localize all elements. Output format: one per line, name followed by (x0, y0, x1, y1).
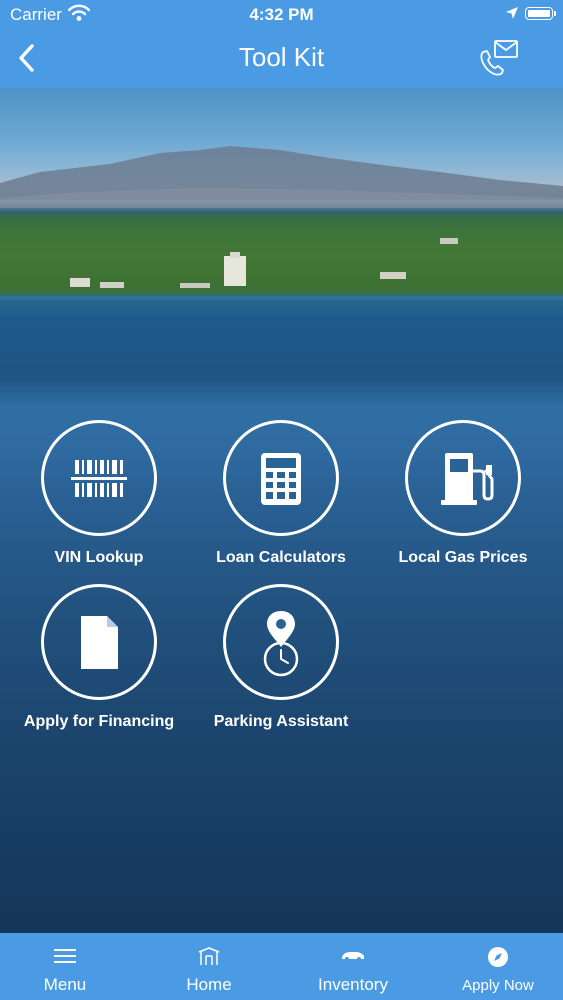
tool-vin-lookup[interactable]: VIN Lookup (9, 420, 189, 567)
compass-icon (488, 947, 508, 967)
tool-apply-for-financing[interactable]: Apply for Financing (9, 584, 189, 731)
navigation-bar: Tool Kit (0, 30, 563, 88)
location-timer-icon (263, 611, 299, 677)
tool-label: VIN Lookup (54, 549, 144, 566)
tab-inventory[interactable]: Inventory (283, 933, 423, 1000)
tab-home[interactable]: Home (139, 933, 279, 1000)
tab-label: Menu (43, 975, 87, 994)
barcode-icon (71, 460, 127, 497)
tab-label: Home (186, 975, 232, 994)
vin-lookup-circle (41, 420, 157, 536)
apply-for-financing-circle (41, 584, 157, 700)
calculator-icon (261, 453, 301, 505)
tool-loan-calculators[interactable]: Loan Calculators (191, 420, 371, 567)
gas-pump-icon (441, 453, 494, 505)
hamburger-icon (54, 949, 76, 963)
tab-label: Inventory (318, 975, 388, 994)
tool-label: Local Gas Prices (398, 549, 528, 566)
location-arrow-icon (506, 7, 518, 19)
tool-parking-assistant[interactable]: Parking Assistant (191, 584, 371, 731)
tool-label: Loan Calculators (216, 549, 346, 566)
document-icon (81, 616, 118, 669)
loan-calculators-circle (223, 420, 339, 536)
toolkit-grid: VIN Lookup Loan Calculators Local Gas Pr… (0, 88, 563, 933)
local-gas-prices-circle (405, 420, 521, 536)
tab-label: Apply Now (462, 977, 534, 994)
car-icon (342, 952, 364, 961)
tool-label: Apply for Financing (23, 713, 175, 730)
dealership-icon (198, 947, 220, 965)
status-time: 4:32 PM (249, 5, 314, 24)
tool-label: Parking Assistant (213, 713, 349, 730)
tool-local-gas-prices[interactable]: Local Gas Prices (373, 420, 553, 567)
tab-menu[interactable]: Menu (0, 933, 135, 1000)
tab-apply-now[interactable]: Apply Now (428, 933, 563, 1000)
toolkit-background: VIN Lookup Loan Calculators Local Gas Pr… (0, 88, 563, 933)
battery-icon (525, 7, 556, 20)
phone-email-icon[interactable] (477, 38, 521, 78)
tab-bar: Menu Home Inventory Apply Now (0, 933, 563, 1000)
status-bar: Carrier 4:32 PM (0, 0, 563, 30)
parking-assistant-circle (223, 584, 339, 700)
